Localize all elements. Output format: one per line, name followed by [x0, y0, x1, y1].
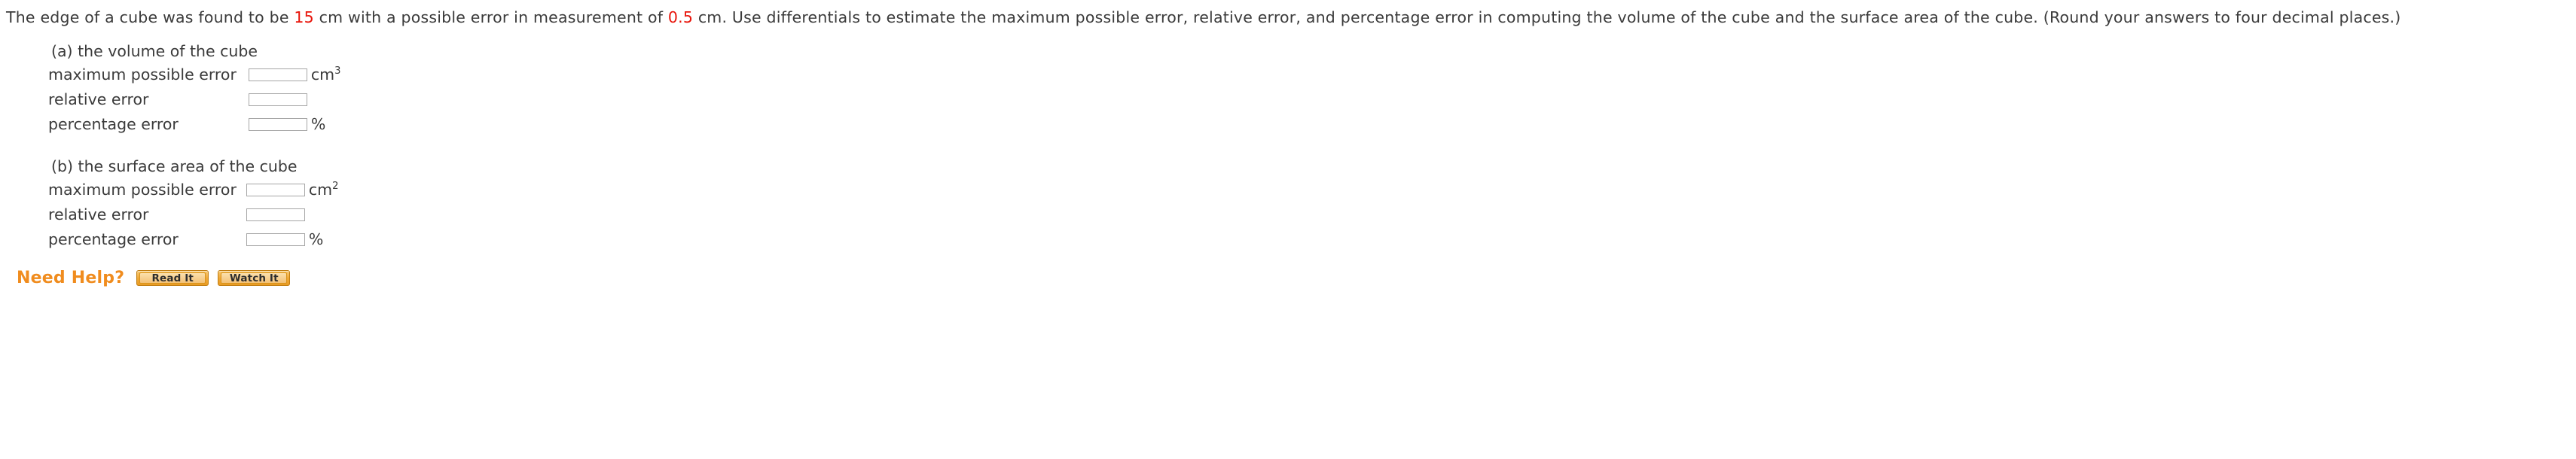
unit-text: cm — [310, 65, 335, 84]
read-it-label: Read It — [139, 272, 206, 284]
unit-percent-b: % — [305, 230, 339, 248]
row-spacer — [48, 108, 340, 115]
row-label-percentage-error-a: percentage error — [48, 115, 179, 133]
unit-percent-a: % — [307, 115, 341, 133]
part-b-title: (b) the surface area of the cube — [51, 157, 298, 175]
unit-text: cm — [308, 181, 333, 199]
edge-value: 15 — [294, 8, 314, 26]
row-spacer — [48, 199, 338, 205]
input-cell — [246, 205, 305, 223]
input-relative-error-area[interactable] — [246, 208, 305, 221]
statement-text-1: The edge of a cube was found to be — [6, 8, 295, 26]
part-a-title: (a) the volume of the cube — [51, 42, 258, 60]
row-spacer — [48, 223, 338, 230]
unit-none-a — [307, 90, 341, 108]
unit-exponent: 2 — [332, 181, 339, 193]
input-cell — [246, 230, 305, 248]
watch-it-label: Watch It — [221, 272, 288, 284]
statement-text-3: cm. Use differentials to estimate the ma… — [693, 8, 2401, 26]
input-cell — [248, 90, 307, 108]
part-b-answer-rows: maximum possible error cm2 relative erro… — [48, 181, 338, 248]
row-label-percentage-error-b: percentage error — [48, 230, 179, 248]
answer-row: relative error — [48, 205, 338, 223]
input-max-possible-error-volume[interactable] — [248, 68, 307, 81]
watch-it-button[interactable]: Watch It — [218, 270, 291, 286]
error-value: 0.5 — [667, 8, 694, 26]
need-help-section: Need Help? Read It Watch It — [17, 269, 2576, 287]
part-a: (a) the volume of the cube maximum possi… — [48, 41, 2576, 133]
unit-text: % — [310, 115, 326, 133]
need-help-label: Need Help? — [17, 269, 125, 287]
input-cell — [246, 181, 305, 199]
statement-text-2: cm with a possible error in measurement … — [313, 8, 668, 26]
input-relative-error-volume[interactable] — [248, 93, 307, 106]
row-label-max-error-b: maximum possible error — [48, 181, 237, 199]
answer-row: maximum possible error cm2 — [48, 181, 338, 199]
unit-cm-squared: cm2 — [305, 181, 339, 199]
read-it-button[interactable]: Read It — [136, 270, 209, 286]
answer-row: percentage error % — [48, 230, 338, 248]
input-percentage-error-area[interactable] — [246, 233, 305, 246]
unit-none-b — [305, 205, 339, 223]
answer-row: relative error — [48, 90, 340, 108]
row-label-max-error-a: maximum possible error — [48, 65, 237, 84]
answer-row: maximum possible error cm3 — [48, 65, 340, 84]
input-cell — [248, 65, 307, 84]
row-label-relative-error-a: relative error — [48, 90, 149, 108]
input-percentage-error-volume[interactable] — [248, 117, 307, 131]
problem-statement: The edge of a cube was found to be 15 cm… — [6, 7, 2484, 29]
row-spacer — [48, 84, 340, 90]
answer-row: percentage error % — [48, 115, 340, 133]
unit-cm-cubed: cm3 — [307, 65, 341, 84]
row-label-relative-error-b: relative error — [48, 205, 149, 223]
unit-exponent: 3 — [334, 65, 341, 78]
unit-text: % — [308, 230, 324, 248]
part-b: (b) the surface area of the cube maximum… — [48, 157, 2576, 248]
part-a-answer-rows: maximum possible error cm3 relative erro… — [48, 65, 340, 133]
input-cell — [248, 115, 307, 133]
problem-page: The edge of a cube was found to be 15 cm… — [0, 0, 2576, 459]
input-max-possible-error-area[interactable] — [246, 183, 305, 196]
